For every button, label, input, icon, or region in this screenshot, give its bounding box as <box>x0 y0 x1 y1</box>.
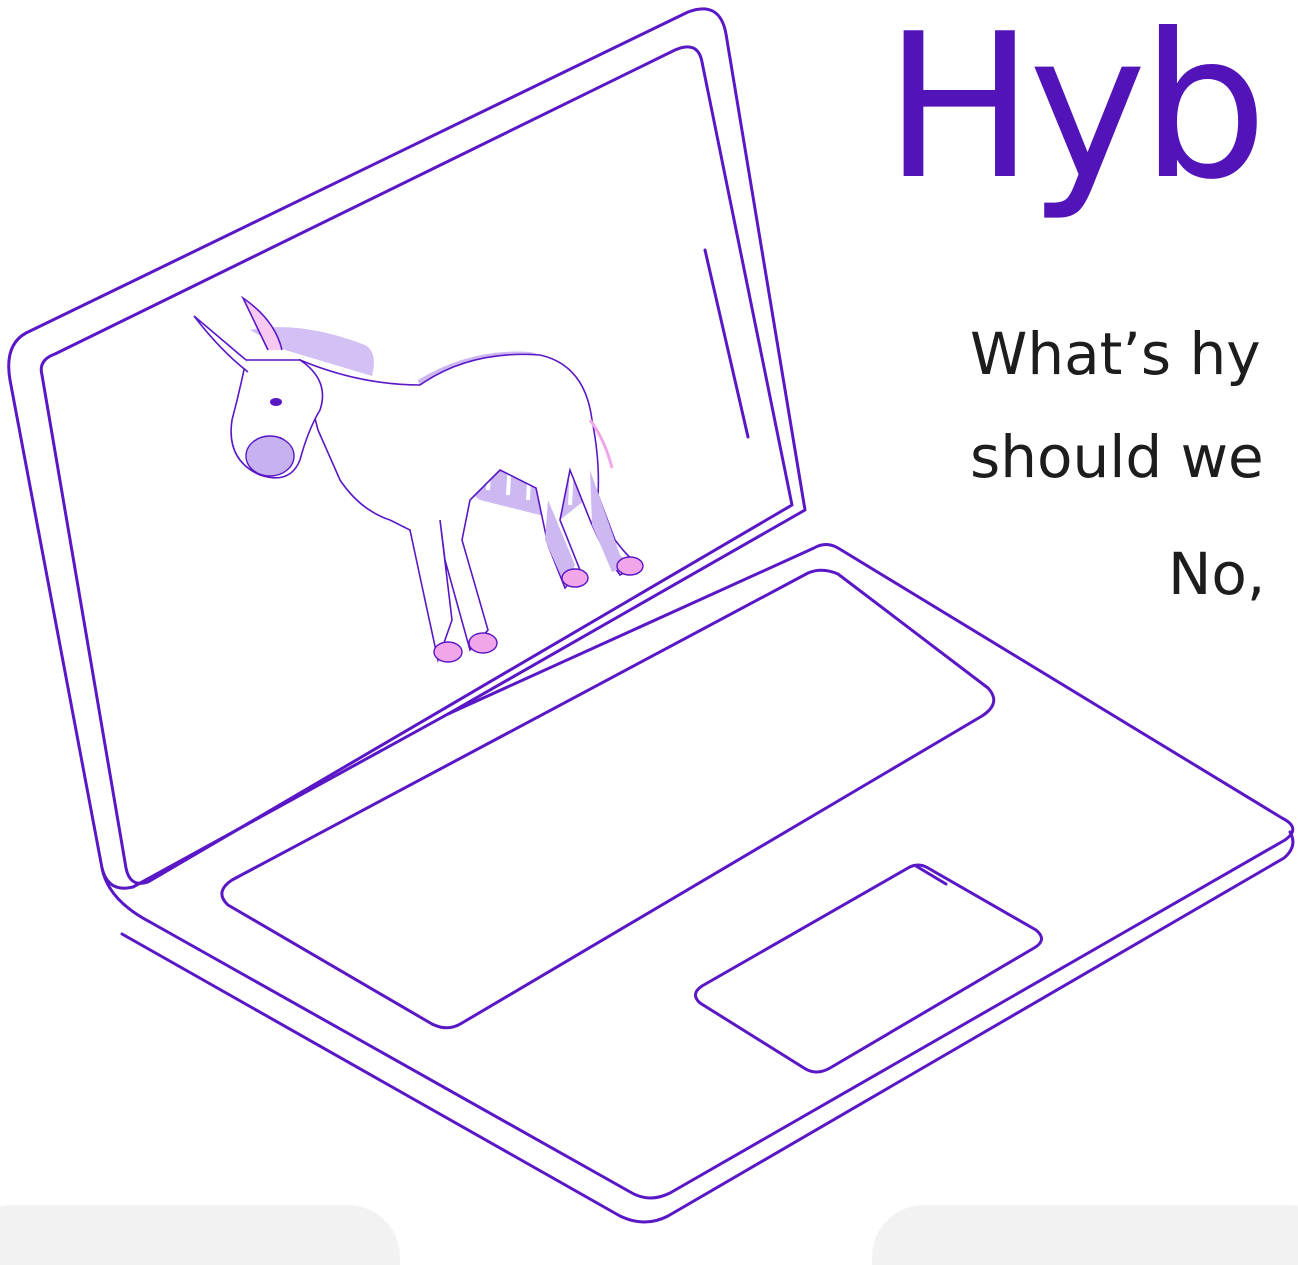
bottom-card-right <box>872 1205 1298 1265</box>
question-text-line-1: What’s hy <box>970 320 1261 388</box>
question-text-line-2: should we <box>970 423 1264 491</box>
keyboard-area <box>220 568 996 1030</box>
trackpad <box>694 863 1043 1074</box>
zebroid-illustration <box>193 295 644 663</box>
bottom-card-left <box>0 1205 400 1265</box>
answer-text: No, <box>1168 540 1266 608</box>
page-title: Hyb <box>884 0 1268 224</box>
laptop-base-edge <box>120 830 1295 1224</box>
screen-glare-line <box>703 248 750 439</box>
laptop-base-outer <box>100 543 1295 1200</box>
